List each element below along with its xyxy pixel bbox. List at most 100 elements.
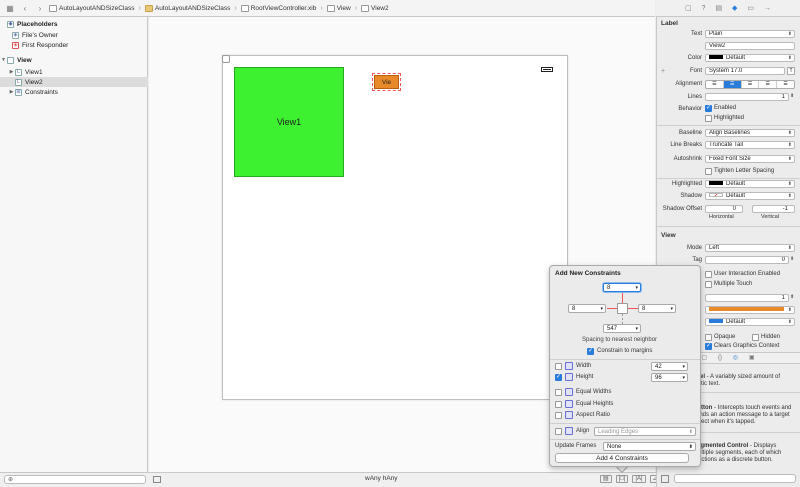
library-view-toggle-icon[interactable] <box>661 475 669 483</box>
view2-label[interactable]: Vie <box>372 73 401 91</box>
align-left-icon[interactable]: ☰ <box>706 81 724 88</box>
toggle-outline-icon[interactable] <box>153 476 161 483</box>
breadcrumb-folder[interactable]: AutoLayoutANDSizeClass <box>144 4 230 12</box>
height-checkbox[interactable] <box>555 373 562 381</box>
lines-field[interactable]: 1 <box>705 93 789 101</box>
alignment-segmented[interactable]: ☰ ☰ ☰ ☰ ☰ <box>705 80 795 89</box>
constrain-margins-checkbox[interactable] <box>587 347 594 355</box>
bottom-spacing-field[interactable]: 547 ▾ <box>603 324 641 333</box>
align-icon[interactable]: |A| <box>632 475 646 483</box>
background-color-popup[interactable]: ⬍ <box>705 306 795 314</box>
highlighted-checkbox[interactable] <box>705 115 712 122</box>
multiple-touch-checkbox[interactable] <box>705 281 712 288</box>
mode-popup[interactable]: Left ⬍ <box>705 244 795 252</box>
breadcrumb-view2[interactable]: View2 <box>361 4 389 12</box>
horizontal-caption: Horizontal <box>709 214 734 220</box>
disclosure-down-icon[interactable]: ▼ <box>0 57 7 63</box>
stack-icon[interactable]: ▤ <box>600 475 612 483</box>
attributes-icon[interactable]: ◆ <box>732 4 737 12</box>
back-icon[interactable]: ‹ <box>19 2 31 14</box>
clears-context-checkbox[interactable] <box>705 342 712 350</box>
align-natural-icon[interactable]: ☰ <box>777 81 794 88</box>
highlighted-color-popup[interactable]: Default ⬍ <box>705 180 795 188</box>
outline-files-owner[interactable]: ◈ File's Owner <box>0 30 148 40</box>
top-spacing-field[interactable]: 8 ▾ <box>603 283 641 292</box>
popover-title: Add New Constraints <box>555 270 621 277</box>
document-outline: ◈ Placeholders ◈ File's Owner ◈ First Respo… <box>0 17 148 472</box>
tag-stepper-icon[interactable]: ⬍ <box>790 256 794 262</box>
size-icon[interactable]: ▭ <box>747 4 754 12</box>
height-constraint-icon <box>565 373 573 381</box>
no-color-swatch <box>709 193 723 198</box>
scene-handle-icon[interactable] <box>222 55 230 63</box>
pin-icon[interactable]: |□| <box>615 475 629 483</box>
connections-icon[interactable]: → <box>764 5 771 12</box>
text-content-field[interactable]: View2 <box>705 42 795 50</box>
view1-label[interactable]: View1 <box>234 67 344 177</box>
left-constraint-strut[interactable] <box>607 308 617 309</box>
object-library-icon[interactable]: ◎ <box>733 353 738 363</box>
lines-stepper-icon[interactable]: ⬍ <box>790 93 794 99</box>
breadcrumb-project[interactable]: AutoLayoutANDSizeClass <box>49 4 135 12</box>
outline-view1[interactable]: ▶ L View1 <box>0 67 148 77</box>
left-spacing-field[interactable]: 8 ▾ <box>568 304 606 313</box>
shadow-v-field[interactable]: -1 <box>752 205 795 213</box>
baseline-popup[interactable]: Align Baselines ⬍ <box>705 129 795 137</box>
font-field[interactable]: System 17.0 <box>705 67 785 75</box>
right-spacing-field[interactable]: 8 ▾ <box>638 304 676 313</box>
size-class-selector[interactable]: wAny hAny <box>365 475 398 482</box>
breadcrumb-view[interactable]: View <box>326 4 351 12</box>
text-type-popup[interactable]: Plain ⬍ <box>705 30 795 38</box>
enabled-checkbox[interactable] <box>705 104 712 112</box>
inspector-tabs: ▢ ? ▤ ◆ ▭ → <box>656 0 800 17</box>
outline-constraints[interactable]: ▶ ⊞ Constraints <box>0 87 148 97</box>
disclosure-right-icon[interactable]: ▶ <box>8 89 15 95</box>
tag-field[interactable]: 0 <box>705 256 789 264</box>
folder-icon <box>144 4 153 12</box>
hidden-checkbox[interactable] <box>752 334 759 341</box>
bottom-constraint-strut[interactable] <box>622 314 623 324</box>
grid-icon[interactable]: ▦ <box>4 2 16 14</box>
alpha-stepper-icon[interactable]: ⬍ <box>790 294 794 300</box>
outline-view[interactable]: ▼ View <box>0 55 148 65</box>
forward-icon[interactable]: › <box>34 2 46 14</box>
user-interaction-checkbox[interactable] <box>705 271 712 278</box>
width-value-field[interactable]: 42 ▾ <box>651 362 688 371</box>
top-constraint-strut[interactable] <box>622 293 623 303</box>
align-checkbox[interactable] <box>555 428 562 435</box>
align-justify-icon[interactable]: ☰ <box>759 81 778 88</box>
outline-view2[interactable]: L View2 <box>0 77 148 87</box>
code-snippet-icon[interactable]: {} <box>718 353 722 363</box>
align-right-icon[interactable]: ☰ <box>742 81 760 88</box>
outline-filter-input[interactable]: ⊕ <box>4 475 146 484</box>
update-frames-popup[interactable]: None ⬍ <box>603 442 696 451</box>
height-value-field[interactable]: 96 ▾ <box>651 373 688 382</box>
width-checkbox[interactable] <box>555 363 562 370</box>
outline-first-responder[interactable]: ◈ First Responder <box>0 40 148 50</box>
tighten-checkbox[interactable] <box>705 168 712 175</box>
file-inspector-icon[interactable]: ▢ <box>685 4 692 12</box>
identity-icon[interactable]: ▤ <box>715 4 722 12</box>
opaque-checkbox[interactable] <box>705 334 712 341</box>
disclosure-right-icon[interactable]: ▶ <box>8 69 15 75</box>
tint-popup[interactable]: Default ⬍ <box>705 318 795 326</box>
library-filter-input[interactable] <box>674 474 796 483</box>
font-picker-icon[interactable]: T <box>787 67 795 75</box>
breadcrumb-xib[interactable]: RootViewController.xib <box>240 4 316 12</box>
alpha-field[interactable]: 1 <box>705 294 789 302</box>
file-template-icon[interactable]: ▢ <box>701 353 707 363</box>
aspect-ratio-checkbox[interactable] <box>555 412 562 419</box>
media-library-icon[interactable]: ▣ <box>749 353 755 363</box>
align-popup[interactable]: Leading Edges ⬍ <box>594 427 696 436</box>
equal-widths-checkbox[interactable] <box>555 389 562 396</box>
equal-heights-checkbox[interactable] <box>555 401 562 408</box>
help-icon[interactable]: ? <box>702 5 706 12</box>
add-constraints-button[interactable]: Add 4 Constraints <box>555 453 689 463</box>
shadow-h-field[interactable]: 0 <box>705 205 743 213</box>
shadow-popup[interactable]: Default ⬍ <box>705 192 795 200</box>
right-constraint-strut[interactable] <box>628 308 638 309</box>
align-center-icon[interactable]: ☰ <box>723 81 742 88</box>
autoshrink-popup[interactable]: Fixed Font Size ⬍ <box>705 155 795 163</box>
linebreaks-popup[interactable]: Truncate Tail ⬍ <box>705 141 795 149</box>
color-popup[interactable]: Default ⬍ <box>705 54 795 62</box>
